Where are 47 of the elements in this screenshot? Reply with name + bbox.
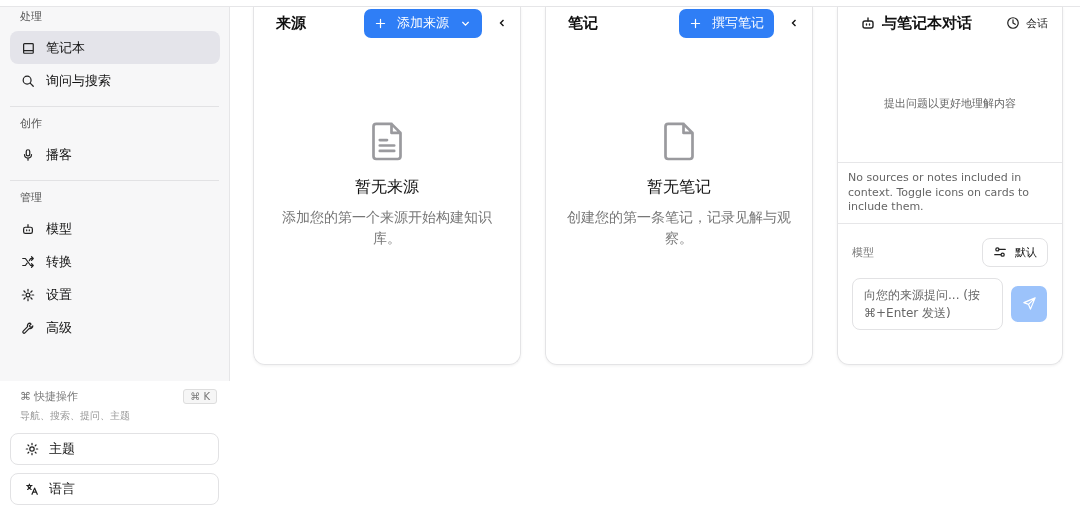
section-heading: 处理 [19, 9, 43, 25]
sun-icon [25, 442, 39, 456]
question-input[interactable]: 向您的来源提问... (按 ⌘+Enter 发送) [852, 277, 1003, 330]
clock-icon [1006, 16, 1020, 30]
sidebar-item[interactable]: 转换 [10, 245, 220, 278]
sidebar-item[interactable]: 笔记本 [10, 31, 220, 64]
mic-icon [21, 147, 35, 162]
section-heading: 创作 [19, 116, 43, 132]
sidebar-item[interactable]: 模型 [10, 212, 220, 245]
gear-icon [21, 287, 35, 302]
send-icon [1021, 296, 1037, 311]
sidebar-item[interactable]: 询问与搜索 [10, 64, 220, 97]
bot-icon [21, 221, 35, 236]
chat-title: 与笔记本对话 [860, 13, 972, 33]
context-note: No sources or notes included in context. Toggle icons on cards to include them. [838, 163, 1062, 224]
theme-button[interactable]: 主题 [10, 433, 219, 465]
sliders-icon [993, 245, 1007, 259]
model-button[interactable]: 默认 [982, 237, 1048, 267]
empty-text: 创建您的第一条笔记，记录见解与观察。 [566, 208, 792, 248]
shortcut-key: ⌘ K [183, 389, 217, 404]
model-label: 模型 [852, 244, 874, 260]
section-heading: 管理 [19, 190, 43, 206]
sessions-button[interactable]: 会话 [1006, 15, 1048, 31]
book-icon [21, 40, 35, 55]
plus-icon [689, 16, 702, 30]
translate-icon [25, 482, 39, 496]
empty-title: 暂无笔记 [647, 177, 711, 198]
document-icon [369, 121, 405, 161]
sidebar-item[interactable]: 播客 [10, 138, 220, 171]
wrench-icon [21, 320, 35, 335]
panel-title: 来源 [276, 13, 306, 33]
search-icon [21, 73, 35, 88]
sidebar-item[interactable]: 设置 [10, 278, 220, 311]
quick-actions-hint: 导航、搜索、提问、主题 [19, 409, 131, 423]
sidebar-item[interactable]: 高级 [10, 311, 220, 344]
shuffle-icon [21, 254, 35, 269]
empty-title: 暂无来源 [355, 177, 419, 198]
quick-actions-label: ⌘ 快捷操作 [20, 389, 79, 404]
panel-title: 笔记 [568, 13, 598, 33]
language-button[interactable]: 语言 [10, 473, 219, 505]
bot-icon [860, 15, 876, 31]
empty-text: 添加您的第一个来源开始构建知识库。 [281, 208, 493, 248]
document-icon [661, 121, 697, 161]
plus-icon [374, 16, 387, 30]
add-button[interactable]: 撰写笔记 [679, 8, 774, 38]
add-button[interactable]: 添加来源 [364, 8, 482, 38]
chat-hint: 提出问题以更好地理解内容 [883, 96, 1017, 111]
